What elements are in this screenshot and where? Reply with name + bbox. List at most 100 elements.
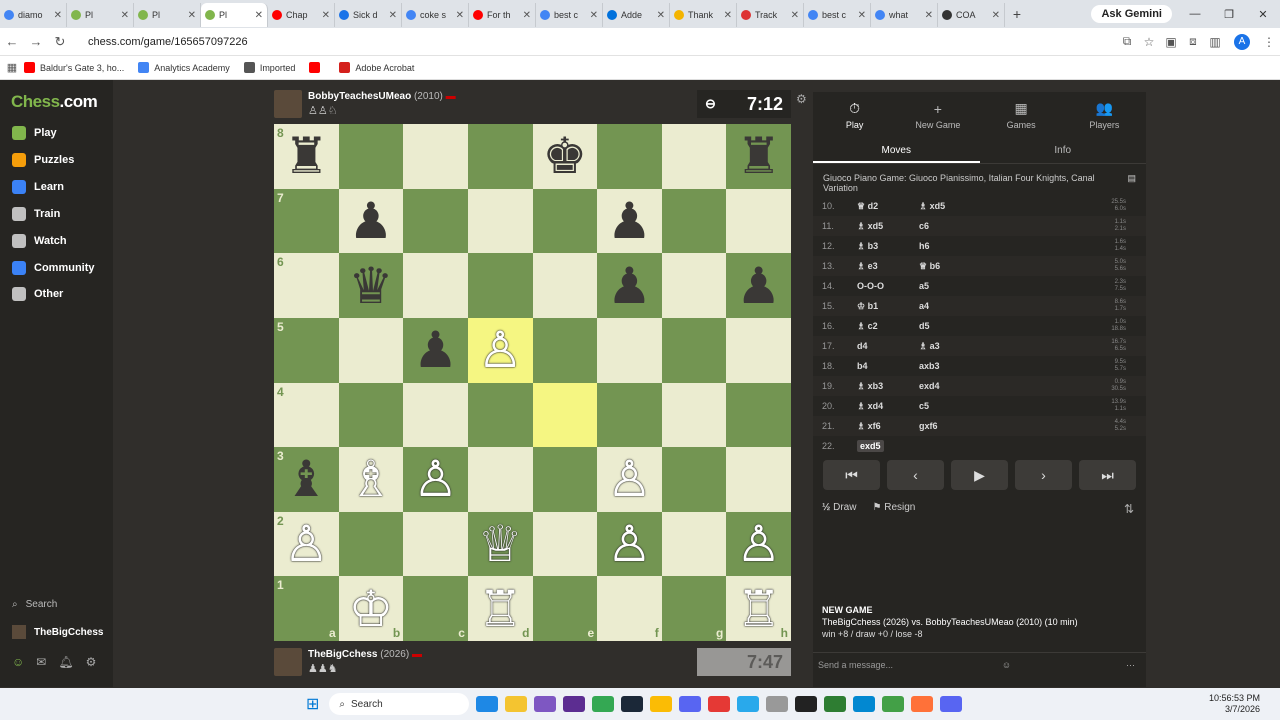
black-move[interactable]: d5 [903,321,983,331]
square-e8[interactable]: ♚ [532,124,598,189]
browser-tab[interactable]: For th ✕ [469,3,536,27]
square-e3[interactable] [532,447,598,512]
square-e4[interactable] [532,382,598,448]
next-move-button[interactable]: › [1015,460,1072,490]
white-move[interactable]: ♕ d2 [841,201,903,212]
close-tab-icon[interactable]: ✕ [858,10,866,21]
square-a6[interactable]: 6 [274,253,339,318]
close-window-icon[interactable]: ✕ [1246,8,1280,21]
extension-icon[interactable]: ▣ [1160,35,1182,49]
chess-logo[interactable]: Chess.com [11,92,98,112]
square-b2[interactable] [338,511,404,577]
square-c7[interactable] [403,188,468,254]
subtab-moves[interactable]: Moves [813,138,980,163]
square-g7[interactable] [661,188,727,254]
square-h8[interactable]: ♜ [726,124,791,189]
maximize-icon[interactable]: ❐ [1212,8,1246,21]
square-c4[interactable] [403,382,468,448]
square-f3[interactable]: ♙ [597,447,662,512]
square-d3[interactable] [467,447,533,512]
white-piece[interactable]: ♕ [478,519,523,569]
white-move[interactable]: exd5 [841,440,903,452]
square-c3[interactable]: ♙ [403,447,468,512]
tab-play[interactable]: ⏱ Play [813,92,896,138]
steam-icon[interactable] [621,696,644,712]
board-settings-icon[interactable]: ⚙ [796,92,807,106]
close-tab-icon[interactable]: ✕ [724,10,732,21]
forward-icon[interactable]: → [24,34,48,49]
square-g4[interactable] [661,382,727,448]
white-piece[interactable]: ♙ [413,454,458,504]
square-c6[interactable] [403,253,468,318]
white-move[interactable]: O-O-O [841,281,903,291]
black-move[interactable]: ♗ a3 [903,341,983,352]
black-move[interactable]: ♕ b6 [903,261,983,272]
close-tab-icon[interactable]: ✕ [322,10,330,21]
close-tab-icon[interactable]: ✕ [590,10,598,21]
black-piece[interactable]: ♟ [607,261,652,311]
square-e6[interactable] [532,253,598,318]
square-h7[interactable] [726,188,791,254]
browser-tab[interactable]: best c ✕ [536,3,603,27]
close-tab-icon[interactable]: ✕ [523,10,531,21]
black-move[interactable]: c6 [903,221,983,231]
black-piece[interactable]: ♟ [607,196,652,246]
top-player-avatar[interactable] [274,90,302,118]
tab-games[interactable]: ▦ Games [980,92,1063,138]
square-d4[interactable] [467,382,533,448]
taskbar-app-icon[interactable] [708,696,731,712]
flip-board-icon[interactable]: ⇅ [1124,502,1134,516]
white-move[interactable]: ♗ xf6 [841,421,903,432]
square-f8[interactable] [597,124,662,189]
sidebar-item-play[interactable]: Play [12,126,57,140]
square-a8[interactable]: 8 ♜ [274,124,339,189]
tab-new-game[interactable]: + New Game [896,92,979,138]
close-tab-icon[interactable]: ✕ [992,10,1000,21]
sidebar-item-puzzles[interactable]: Puzzles [12,153,74,167]
square-d2[interactable]: ♕ [467,511,533,577]
sidebar-item-watch[interactable]: Watch [12,234,67,248]
square-f7[interactable]: ♟ [597,188,662,254]
taskbar-search[interactable]: ⌕ Search [329,693,470,715]
square-e5[interactable] [532,317,598,383]
notifications-icon[interactable]: 🔔︎ [58,655,73,669]
emoji-icon[interactable]: ☺ [1002,660,1011,671]
browser-tab[interactable]: Pl ✕ [201,3,268,27]
browser-tab[interactable]: diamo ✕ [0,3,67,27]
close-tab-icon[interactable]: ✕ [255,10,263,21]
square-c5[interactable]: ♟ [403,317,468,383]
bookmark-item[interactable]: Adobe Acrobat [339,62,414,73]
browser-tab[interactable]: Adde ✕ [603,3,670,27]
taskbar-app-icon[interactable] [476,696,499,712]
sidebar-item-community[interactable]: Community [12,261,95,275]
square-f2[interactable]: ♙ [597,511,662,577]
black-piece[interactable]: ♝ [284,454,329,504]
white-move[interactable]: ♗ e3 [841,261,903,272]
sidebar-item-learn[interactable]: Learn [12,180,64,194]
square-h6[interactable]: ♟ [726,253,791,318]
black-move[interactable]: gxf6 [903,421,983,431]
more-icon[interactable]: ⋯ [1126,660,1135,671]
white-move[interactable]: d4 [841,341,903,351]
square-a7[interactable]: 7 [274,188,339,254]
square-b5[interactable] [338,317,404,383]
white-move[interactable]: ♗ xb3 [841,381,903,392]
white-piece[interactable]: ♙ [607,454,652,504]
close-tab-icon[interactable]: ✕ [925,10,933,21]
white-move[interactable]: ♗ xd5 [841,221,903,232]
sidebar-item-other[interactable]: Other [12,287,63,301]
extensions-puzzle-icon[interactable]: ⧈ [1182,34,1204,49]
browser-tab[interactable]: coke s ✕ [402,3,469,27]
messages-icon[interactable]: ✉ [36,655,46,669]
chat-input[interactable]: Send a message... ☺ ⋯ [813,652,1146,678]
black-piece[interactable]: ♛ [349,261,394,311]
white-piece[interactable]: ♙ [284,519,329,569]
profile-avatar[interactable]: A [1234,33,1250,50]
url-input[interactable]: chess.com/game/165657097226 [82,31,1116,53]
black-piece[interactable]: ♚ [542,131,587,181]
taskbar-app-icon[interactable] [563,696,586,712]
square-g6[interactable] [661,253,727,318]
taskbar-app-icon[interactable] [534,696,557,712]
discord-icon[interactable] [940,696,963,712]
square-d6[interactable] [467,253,533,318]
